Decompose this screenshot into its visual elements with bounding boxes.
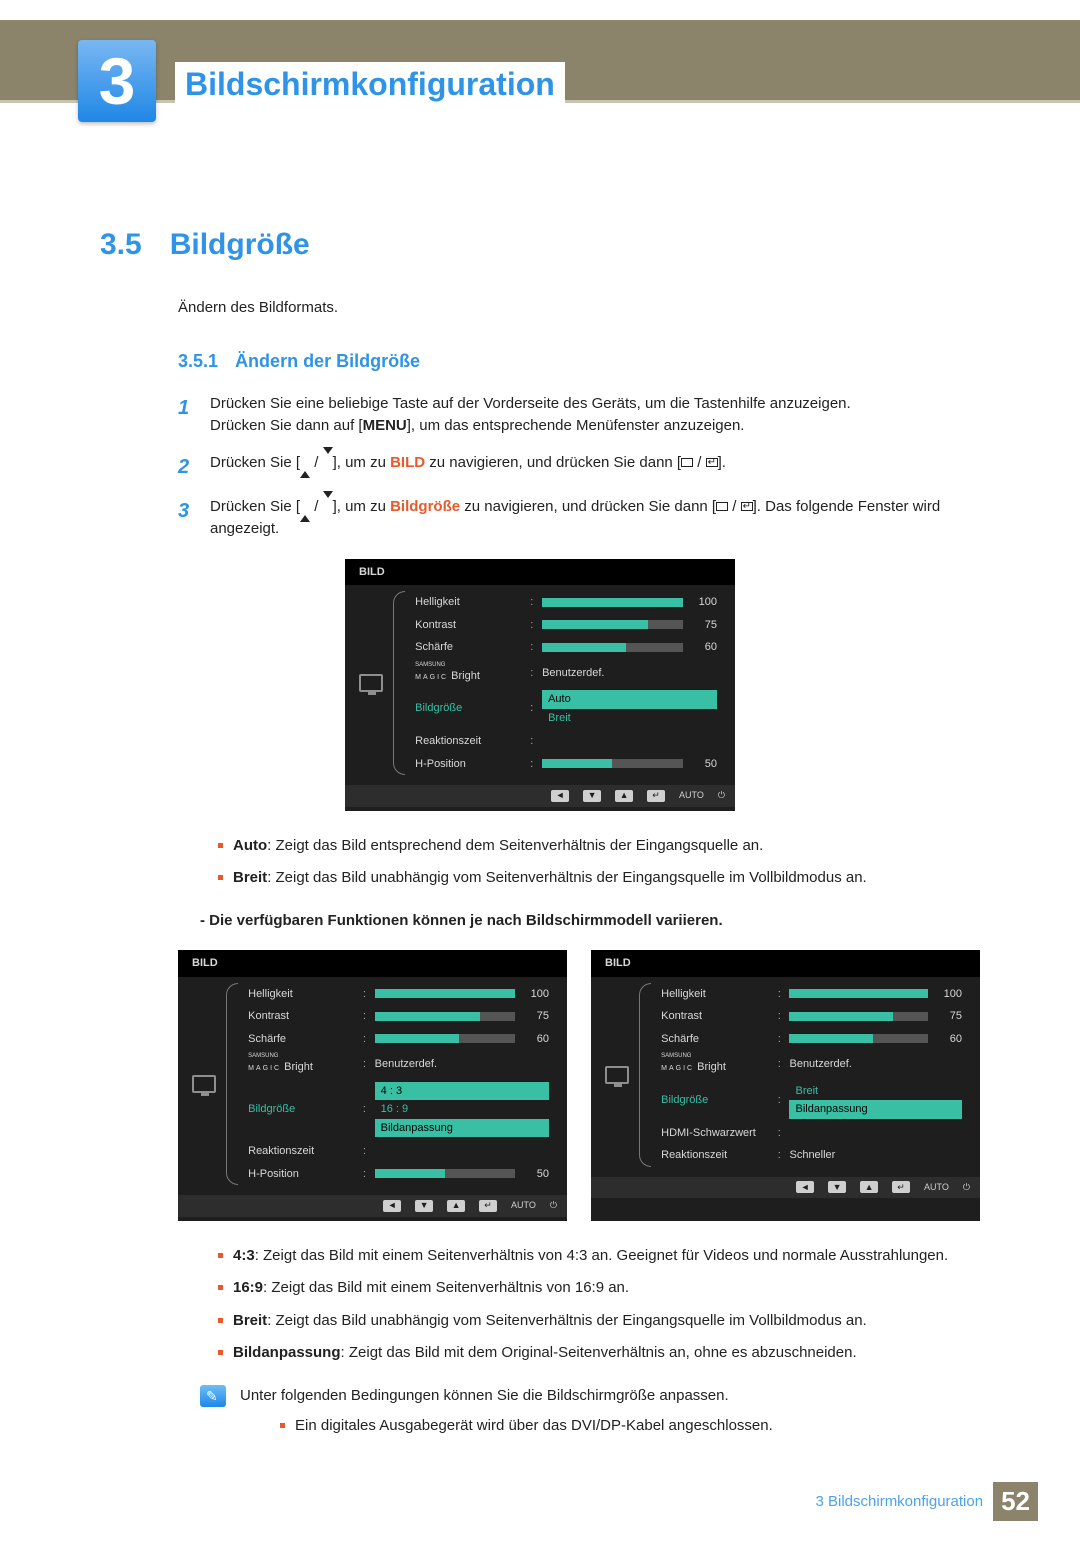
step-list: 1 Drücken Sie eine beliebige Taste auf d… bbox=[178, 393, 980, 541]
auto-label: AUTO bbox=[679, 789, 704, 803]
page-content: 3.5 Bildgröße Ändern des Bildformats. 3.… bbox=[0, 100, 1080, 1458]
bullet-icon bbox=[218, 1350, 223, 1355]
nav-down-icon: ▼ bbox=[583, 790, 601, 802]
desc: : Zeigt das Bild mit einem Seitenverhält… bbox=[263, 1279, 629, 1296]
info-block: Unter folgenden Bedingungen können Sie d… bbox=[200, 1385, 980, 1458]
section-title: Bildgröße bbox=[170, 222, 310, 267]
monitor-icon bbox=[192, 1075, 216, 1093]
triangle-down-icon bbox=[323, 447, 333, 471]
nav-target: BILD bbox=[390, 454, 425, 471]
step-text: ]. bbox=[718, 454, 726, 471]
page-footer: 3 Bildschirmkonfiguration 52 bbox=[816, 1482, 1039, 1521]
info-text: Unter folgenden Bedingungen können Sie d… bbox=[240, 1385, 773, 1408]
bullet-list-1: Auto: Zeigt das Bild entsprechend dem Se… bbox=[218, 835, 980, 890]
step-text: ], um zu bbox=[333, 498, 391, 515]
info-icon bbox=[200, 1385, 226, 1407]
step-text: zu navigieren, und drücken Sie dann [ bbox=[460, 498, 716, 515]
desc: : Zeigt das Bild unabhängig vom Seitenve… bbox=[267, 1312, 867, 1329]
power-icon: ⏻ bbox=[718, 789, 725, 803]
desc: : Zeigt das Bild unabhängig vom Seitenve… bbox=[267, 869, 867, 886]
bullet-icon bbox=[218, 1253, 223, 1258]
osd-panel-3: BILD Helligkeit:100 Kontrast:75 Schärfe:… bbox=[591, 950, 980, 1221]
step-number: 1 bbox=[178, 393, 196, 438]
desc: : Zeigt das Bild mit dem Original-Seiten… bbox=[341, 1344, 857, 1361]
menu-keyword: MENU bbox=[363, 417, 407, 434]
step-body: Drücken Sie eine beliebige Taste auf der… bbox=[210, 393, 980, 438]
section-intro: Ändern des Bildformats. bbox=[178, 297, 980, 320]
bullet-list-2: 4:3: Zeigt das Bild mit einem Seitenverh… bbox=[218, 1245, 980, 1365]
step-text: ], um zu bbox=[333, 454, 391, 471]
osd-panel-2: BILD Helligkeit:100 Kontrast:75 Schärfe:… bbox=[178, 950, 567, 1221]
bullet-icon bbox=[218, 1318, 223, 1323]
step-text: Drücken Sie [ bbox=[210, 498, 300, 515]
subsection-heading: 3.5.1 Ändern der Bildgröße bbox=[178, 348, 980, 375]
osd-footer: ◄ ▼ ▲ ↵ AUTO ⏻ bbox=[345, 785, 735, 807]
page-number: 52 bbox=[993, 1482, 1038, 1521]
nav-left-icon: ◄ bbox=[551, 790, 569, 802]
term: Bildanpassung bbox=[233, 1344, 341, 1361]
step-body: Drücken Sie [ / ], um zu Bildgröße zu na… bbox=[210, 496, 980, 541]
nav-enter-icon: ↵ bbox=[647, 790, 665, 802]
enter-icon bbox=[741, 502, 753, 511]
step-number: 3 bbox=[178, 496, 196, 541]
term: 16:9 bbox=[233, 1279, 263, 1296]
section-number: 3.5 bbox=[100, 222, 142, 267]
osd-panel-1: BILD Helligkeit:100 Kontrast:75 Schärfe:… bbox=[345, 559, 735, 811]
info-bullet: Ein digitales Ausgabegerät wird über das… bbox=[295, 1415, 773, 1438]
menu-bracket bbox=[393, 591, 405, 775]
rect-icon bbox=[681, 458, 693, 467]
step-text: zu navigieren, und drücken Sie dann [ bbox=[425, 454, 681, 471]
bullet-icon bbox=[218, 843, 223, 848]
enter-icon bbox=[706, 458, 718, 467]
note-text: - Die verfügbaren Funktionen können je n… bbox=[200, 910, 980, 933]
term: Breit bbox=[233, 1312, 267, 1329]
osd-table: Helligkeit:100 Kontrast:75 Schärfe:60 SA… bbox=[411, 591, 721, 775]
osd-title: BILD bbox=[345, 559, 735, 586]
bullet-icon bbox=[218, 1285, 223, 1290]
term: 4:3 bbox=[233, 1247, 255, 1264]
subsection-number: 3.5.1 bbox=[178, 351, 218, 371]
rect-icon bbox=[716, 502, 728, 511]
step-text: Drücken Sie dann auf [ bbox=[210, 417, 363, 434]
info-bullet-list: Ein digitales Ausgabegerät wird über das… bbox=[280, 1415, 773, 1438]
chapter-title: Bildschirmkonfiguration bbox=[175, 62, 565, 107]
triangle-down-icon bbox=[323, 491, 333, 515]
triangle-up-icon bbox=[300, 498, 310, 522]
footer-label: 3 Bildschirmkonfiguration bbox=[816, 1493, 984, 1510]
step-body: Drücken Sie [ / ], um zu BILD zu navigie… bbox=[210, 452, 980, 482]
step-text: ], um das entsprechende Menüfenster anzu… bbox=[407, 417, 745, 434]
term: Breit bbox=[233, 869, 267, 886]
term: Auto bbox=[233, 837, 267, 854]
monitor-icon bbox=[605, 1066, 629, 1084]
desc: : Zeigt das Bild mit einem Seitenverhält… bbox=[255, 1247, 948, 1264]
step-text: Drücken Sie [ bbox=[210, 454, 300, 471]
nav-target: Bildgröße bbox=[390, 498, 460, 515]
triangle-up-icon bbox=[300, 454, 310, 478]
chapter-number-badge: 3 bbox=[78, 40, 156, 122]
bullet-icon bbox=[218, 875, 223, 880]
monitor-icon bbox=[359, 674, 383, 692]
subsection-title: Ändern der Bildgröße bbox=[235, 351, 420, 371]
step-number: 2 bbox=[178, 452, 196, 482]
desc: : Zeigt das Bild entsprechend dem Seiten… bbox=[267, 837, 763, 854]
step-text: Drücken Sie eine beliebige Taste auf der… bbox=[210, 395, 851, 412]
nav-up-icon: ▲ bbox=[615, 790, 633, 802]
bullet-icon bbox=[280, 1423, 285, 1428]
